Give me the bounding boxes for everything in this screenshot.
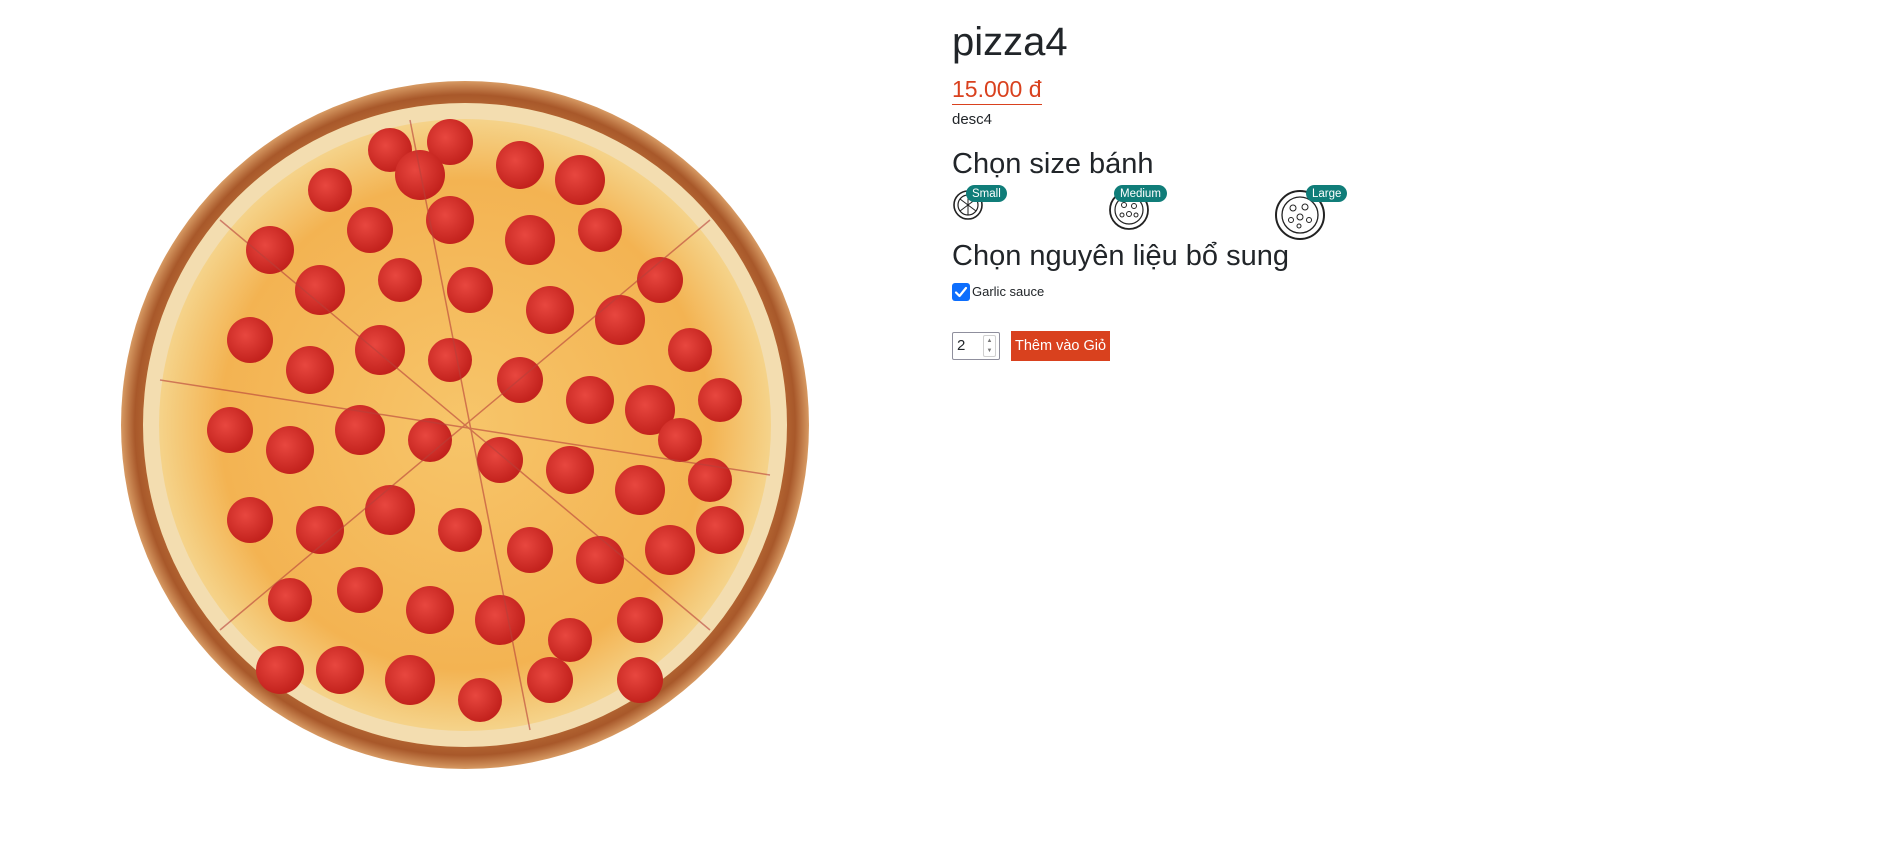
pepperoni-slice [227,317,273,363]
pepperoni-slice [458,678,502,722]
extras-heading: Chọn nguyên liệu bổ sung [952,240,1289,272]
garlic-sauce-checkbox[interactable] [952,283,970,301]
pepperoni-slice [595,295,645,345]
pepperoni-slice [355,325,405,375]
pepperoni-slice [347,207,393,253]
quantity-stepper[interactable]: 2 ▲ ▼ [952,332,1000,360]
pepperoni-slice [505,215,555,265]
pepperoni-slice [526,286,574,334]
pepperoni-slice [477,437,523,483]
pepperoni-slice [316,646,364,694]
pepperoni-slice [668,328,712,372]
pepperoni-slice [548,618,592,662]
check-icon [954,286,968,298]
quantity-spinner[interactable]: ▲ ▼ [983,335,996,357]
product-price: 15.000 đ [952,74,1042,105]
pepperoni-slice [696,506,744,554]
pepperoni-slice [207,407,253,453]
pepperoni-slice [227,497,273,543]
pepperoni-slice [447,267,493,313]
product-title: pizza4 [952,20,1068,64]
pepperoni-slice [246,226,294,274]
pepperoni-slice [365,485,415,535]
pizza-image [121,81,809,769]
pepperoni-slice [286,346,334,394]
chevron-down-icon[interactable]: ▼ [984,346,995,356]
pepperoni-slice [507,527,553,573]
pepperoni-slice [617,657,663,703]
size-option-small[interactable]: Small [952,185,1007,221]
extra-garlic-sauce[interactable]: Garlic sauce [952,281,1044,303]
add-to-cart-button[interactable]: Thêm vào Giỏ [1011,331,1111,361]
pepperoni-slice [438,508,482,552]
pepperoni-slice [637,257,683,303]
pepperoni-slice [658,418,702,462]
pepperoni-slice [428,338,472,382]
size-option-medium[interactable]: Medium [1108,185,1167,231]
pepperoni-slice [698,378,742,422]
quantity-value[interactable]: 2 [953,333,983,359]
pepperoni-slice [308,168,352,212]
pepperoni-slice [546,446,594,494]
pepperoni-slice [555,155,605,205]
size-badge-medium: Medium [1114,185,1167,202]
pepperoni-slice [256,646,304,694]
pepperoni-slice [406,586,454,634]
pepperoni-slice [337,567,383,613]
pepperoni-slice [617,597,663,643]
pepperoni-slice [496,141,544,189]
product-description: desc4 [952,111,993,128]
pepperoni-slice [566,376,614,424]
garlic-sauce-label: Garlic sauce [972,284,1045,299]
pepperoni-slice [645,525,695,575]
chevron-up-icon[interactable]: ▲ [984,336,995,346]
pepperoni-slice [497,357,543,403]
size-badge-large: Large [1306,185,1348,202]
pepperoni-slice [395,150,445,200]
size-heading: Chọn size bánh [952,148,1154,180]
pepperoni-slice [266,426,314,474]
pepperoni-slice [688,458,732,502]
size-option-large[interactable]: Large [1274,185,1348,241]
size-badge-small: Small [966,185,1007,202]
pepperoni-slice [578,208,622,252]
pepperoni-slice [378,258,422,302]
pepperoni-slice [335,405,385,455]
pepperoni-slice [475,595,525,645]
pepperoni-slice [385,655,435,705]
pepperoni-slice [576,536,624,584]
pepperoni-slice [615,465,665,515]
pepperoni-slice [527,657,573,703]
